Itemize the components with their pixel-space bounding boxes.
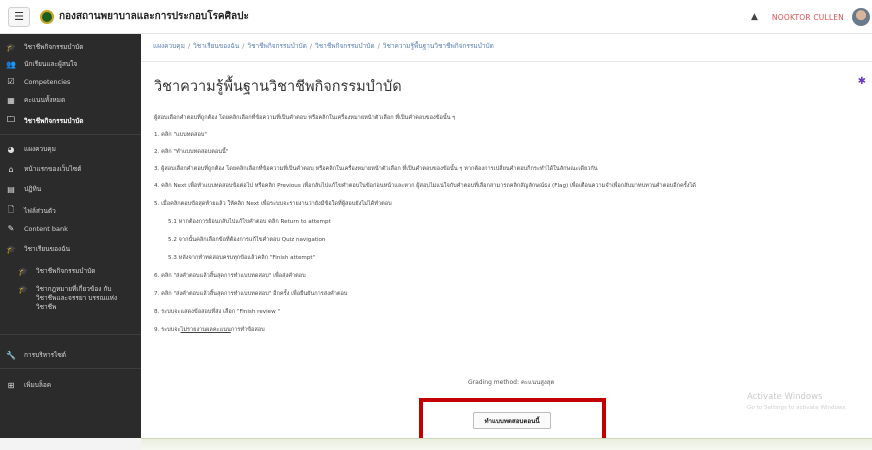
sidebar-item-site-home[interactable]: ⌂ หน้าแรกของเว็บไซต์ xyxy=(0,164,141,174)
breadcrumb-separator: / xyxy=(377,42,380,50)
sidebar-item-competencies[interactable]: ☑ Competencies xyxy=(0,77,141,86)
breadcrumb-divider xyxy=(141,61,872,62)
breadcrumb-item[interactable]: วิชาชีพกิจกรรมบำบัด xyxy=(247,42,306,50)
breadcrumb-separator: / xyxy=(242,42,245,50)
instruction-step: 1. คลิก "แบบทดสอบ" xyxy=(154,132,207,138)
sidebar-divider xyxy=(0,334,141,335)
sidebar-item-label: การบริหารไซต์ xyxy=(24,351,67,359)
sidebar-item-participants[interactable]: 👥 นักเรียนและผู้สนใจ xyxy=(0,59,141,69)
instruction-substep: 5.3 หลังจากทำทดสอบครบทุกข้อแล้วคลิก "Fin… xyxy=(168,255,316,261)
graduation-cap-icon: 🎓 xyxy=(18,285,28,294)
site-title[interactable]: กองสถานพยาบาลและการประกอบโรคศิลปะ xyxy=(59,9,249,24)
sidebar-item-label: วิชาชีพกิจกรรมบำบัด xyxy=(24,43,84,51)
user-name[interactable]: NOOKTOR CULLEN xyxy=(772,13,844,22)
gear-icon[interactable]: ✱ xyxy=(858,76,866,87)
instruction-step: 9. ระบบจะไม่รายงานผลคะแนนการทำข้อสอบ xyxy=(154,326,265,334)
instruction-substep: 5.2 จากนั้นคลิกเลือกข้อที่ต้องการแก้ไขคำ… xyxy=(168,237,326,243)
sidebar-item-label: หน้าแรกของเว็บไซต์ xyxy=(24,165,82,173)
sidebar-item-label: วิชาชีพกิจกรรมบำบัด xyxy=(24,117,84,125)
sidebar-item-add-block[interactable]: ⊞ เพิ่มบล็อค xyxy=(0,380,141,390)
sidebar-item-grades[interactable]: ▦ คะแนนทั้งหมด xyxy=(0,95,141,105)
calendar-icon: ▤ xyxy=(7,184,15,194)
main-content: แผงควบคุม / วิชาเรียนของฉัน / วิชาชีพกิจกรรม… xyxy=(141,34,872,450)
instruction-step: 4. คลิก Next เพื่อทำแบบทดสอบข้อต่อไป หรื… xyxy=(154,183,696,189)
sidebar-item-label: นักเรียนและผู้สนใจ xyxy=(24,60,78,68)
sidebar-item-label: วิชาชีพกิจกรรมบำบัด xyxy=(36,267,96,275)
sidebar-item-label: คะแนนทั้งหมด xyxy=(24,96,66,104)
site-logo[interactable] xyxy=(40,9,54,24)
sidebar-divider xyxy=(0,368,141,369)
sidebar-item-label: ปฏิทิน xyxy=(24,185,42,193)
instruction-step: 3. ผู้สอบเลือกคำตอบที่ถูกต้อง โดยคลิกเลื… xyxy=(154,166,598,172)
pencil-icon: ✎ xyxy=(7,224,15,233)
user-menu-area: ▲ NOOKTOR CULLEN xyxy=(751,0,872,34)
plus-square-icon: ⊞ xyxy=(7,380,15,390)
avatar[interactable] xyxy=(852,8,870,26)
activate-windows-subtitle: Go to Settings to activate Windows. xyxy=(747,405,848,411)
footer-strip xyxy=(141,438,872,450)
sidebar-divider xyxy=(0,134,141,135)
breadcrumb-separator: / xyxy=(187,42,191,50)
home-icon: ⌂ xyxy=(8,164,14,174)
instruction-step: 7. คลิก "ส่งคำตอบแล้วสิ้นสุดการทำแบบทดสอ… xyxy=(154,291,348,297)
instruction-step: 2. คลิก "ทำแบบทดสอบตอนนี้" xyxy=(154,149,229,155)
sidebar-item-my-courses[interactable]: 🎓 วิชาเรียนของฉัน xyxy=(0,244,141,254)
wrench-icon: 🔧 xyxy=(6,350,16,360)
graduation-cap-icon: 🎓 xyxy=(18,266,28,276)
sidebar-item-private-files[interactable]: 🗋 ไฟล์ส่วนตัว xyxy=(0,204,141,218)
sidebar-item-dashboard[interactable]: ◕ แผงควบคุม xyxy=(0,144,141,154)
page-title: วิชาความรู้พื้นฐานวิชาชีพกิจกรรมบำบัด xyxy=(154,79,402,95)
breadcrumb-item[interactable]: แผงควบคุม xyxy=(153,42,185,50)
sidebar-item-course-law[interactable]: 🎓 วิชากฎหมายที่เกี่ยวข้อง กับวิชาชีพและจ… xyxy=(0,285,125,312)
instruction-step: 5. เมื่อคลิกตอบข้อสุดท้ายแล้ว ให้คลิก Ne… xyxy=(154,201,392,207)
breadcrumb-separator: / xyxy=(309,42,313,50)
graduation-cap-icon: 🎓 xyxy=(6,244,16,254)
instruction-step-prefix: 9. ระบบจะ xyxy=(154,327,181,333)
activate-windows-title: Activate Windows xyxy=(747,392,823,402)
breadcrumb: แผงควบคุม / วิชาเรียนของฉัน / วิชาชีพกิจกรรม… xyxy=(153,41,494,51)
sidebar-item-course-current[interactable]: 🗀 วิชาชีพกิจกรรมบำบัด xyxy=(0,114,141,128)
hamburger-icon[interactable]: ☰ xyxy=(8,6,30,27)
sidebar-item-site-admin[interactable]: 🔧 การบริหารไซต์ xyxy=(0,350,141,360)
sidebar-footer xyxy=(0,438,141,450)
breadcrumb-item[interactable]: วิชาความรู้พื้นฐานวิชาชีพกิจกรรมบำบัด xyxy=(383,42,494,50)
top-navbar: ☰ กองสถานพยาบาลและการประกอบโรคศิลปะ ▲ NO… xyxy=(0,0,872,34)
sidebar-item-label: Competencies xyxy=(24,77,71,86)
breadcrumb-item[interactable]: วิชาเรียนของฉัน xyxy=(193,42,239,50)
folder-icon: 🗀 xyxy=(7,115,15,124)
attempt-quiz-button[interactable]: ทำแบบทดสอบตอนนี้ xyxy=(473,412,551,429)
instruction-intro: ผู้สอบเลือกคำตอบที่ถูกต้อง โดยคลิกเลือกท… xyxy=(154,115,456,121)
instruction-step: 8. ระบบจะแสดงข้อสอบที่ส่ง เลือก "Finish … xyxy=(154,309,280,315)
instruction-step-suffix: การทำข้อสอบ xyxy=(230,327,265,333)
sidebar-item-occupational-therapy[interactable]: 🎓 วิชาชีพกิจกรรมบำบัด xyxy=(0,42,141,52)
sidebar-item-label: แผงควบคุม xyxy=(24,145,56,153)
check-square-icon: ☑ xyxy=(7,77,15,86)
sidebar-item-content-bank[interactable]: ✎ Content bank xyxy=(0,224,141,233)
instruction-step: 6. คลิก "ส่งคำตอบแล้วสิ้นสุดการทำแบบทดสอ… xyxy=(154,273,306,279)
sidebar: 🎓 วิชาชีพกิจกรรมบำบัด 👥 นักเรียนและผู้สน… xyxy=(0,34,141,438)
graduation-cap-icon: 🎓 xyxy=(6,42,16,52)
grading-method: Grading method: คะแนนสูงสุด xyxy=(468,379,555,386)
sidebar-item-label: วิชาเรียนของฉัน xyxy=(24,245,71,253)
bell-icon[interactable]: ▲ xyxy=(751,12,758,22)
instruction-substep: 5.1 หากต้องการย้อนกลับไปแก้ไขคำตอบ คลิก … xyxy=(168,219,331,225)
sidebar-item-calendar[interactable]: ▤ ปฏิทิน xyxy=(0,184,141,194)
file-icon: 🗋 xyxy=(7,205,15,214)
sidebar-item-label: Content bank xyxy=(24,224,68,233)
sidebar-item-course-ot[interactable]: 🎓 วิชาชีพกิจกรรมบำบัด xyxy=(0,266,141,276)
table-icon: ▦ xyxy=(7,95,15,105)
sidebar-item-label: เพิ่มบล็อค xyxy=(24,381,52,389)
users-icon: 👥 xyxy=(6,59,16,69)
dashboard-icon: ◕ xyxy=(7,144,15,154)
sidebar-item-label: วิชากฎหมายที่เกี่ยวข้อง กับวิชาชีพและจรร… xyxy=(35,285,118,311)
breadcrumb-item[interactable]: วิชาชีพกิจกรรมบำบัด xyxy=(315,42,374,50)
sidebar-item-label: ไฟล์ส่วนตัว xyxy=(24,207,56,215)
no-score-report-text: ไม่รายงานผลคะแนน xyxy=(180,327,231,333)
